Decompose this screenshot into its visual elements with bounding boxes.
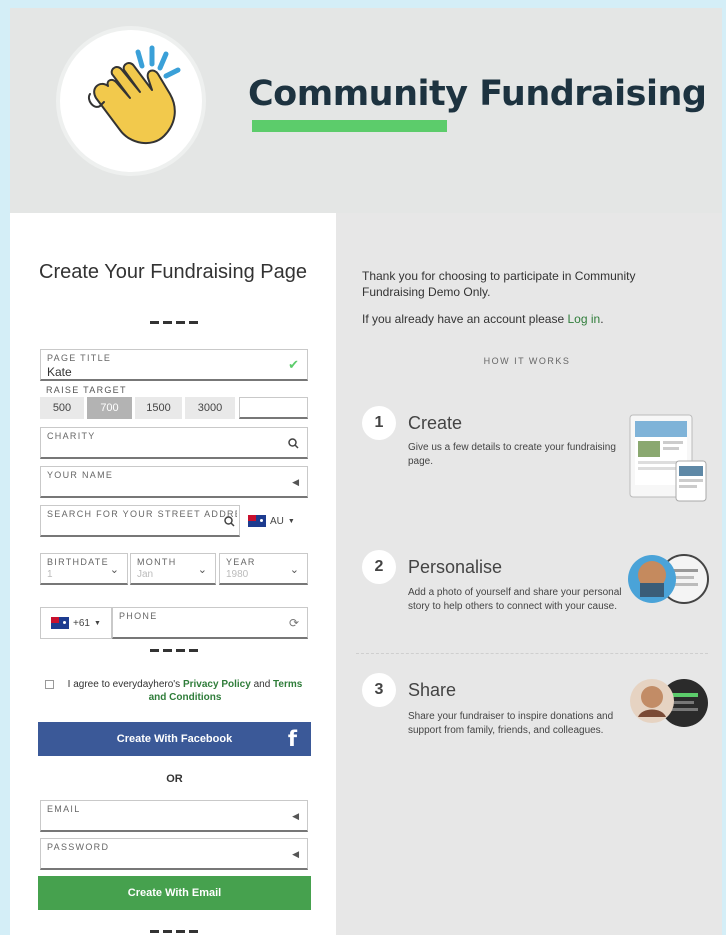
check-icon: ✔ — [288, 357, 299, 372]
chevron-down-icon: ▼ — [287, 517, 295, 525]
password-field[interactable]: PASSWORD ◀ — [40, 838, 308, 870]
page-title-value: Kate — [47, 365, 72, 379]
month-label: MONTH — [137, 557, 177, 567]
step-title: Share — [408, 680, 457, 700]
divider-dots — [150, 930, 198, 934]
step-number: 2 — [362, 550, 396, 584]
refresh-icon: ⟳ — [288, 616, 299, 630]
target-option-3000[interactable]: 3000 — [185, 397, 235, 419]
create-with-email-button[interactable]: Create With Email — [38, 876, 311, 910]
phone-field[interactable]: PHONE ⟳ — [112, 607, 308, 639]
month-placeholder: Jan — [137, 569, 154, 580]
title-underline — [252, 120, 447, 132]
phone-country-select[interactable]: +61 ▼ — [40, 607, 112, 639]
address-label: SEARCH FOR YOUR STREET ADDRESS — [47, 509, 237, 519]
divider-dots — [150, 321, 198, 325]
address-search-field[interactable]: SEARCH FOR YOUR STREET ADDRESS — [40, 505, 240, 537]
birthdate-day-placeholder: 1 — [47, 569, 53, 580]
login-prompt: If you already have an account please Lo… — [362, 311, 692, 327]
form-title: Create Your Fundraising Page — [39, 261, 307, 283]
step-number: 3 — [362, 673, 396, 707]
share-preview-image — [630, 679, 708, 727]
agree-and: and — [253, 679, 271, 690]
your-name-field[interactable]: YOUR NAME ◀ — [40, 466, 308, 498]
phone-country: +61 ▼ — [51, 617, 101, 629]
facebook-icon: f — [287, 727, 297, 751]
email-field[interactable]: EMAIL ◀ — [40, 800, 308, 832]
phone-label: PHONE — [119, 611, 158, 621]
step-number: 1 — [362, 406, 396, 440]
agree-prefix: I agree to everydayhero's — [67, 679, 181, 690]
login-prompt-text: If you already have an account please — [362, 312, 565, 326]
login-link[interactable]: Log in — [567, 312, 600, 326]
birthdate-month-select[interactable]: MONTH Jan ⌄ — [130, 553, 216, 585]
facebook-button-label: Create With Facebook — [116, 733, 233, 745]
email-label: EMAIL — [47, 804, 81, 814]
chevron-down-icon: ⌄ — [109, 564, 119, 576]
chevron-down-icon: ⌄ — [289, 564, 299, 576]
create-with-facebook-button[interactable]: Create With Facebook f — [38, 722, 311, 756]
page-title-label: PAGE TITLE — [47, 353, 112, 363]
step-description: Give us a few details to create your fun… — [408, 442, 616, 467]
thank-you-text: Thank you for choosing to participate in… — [362, 269, 636, 299]
target-option-1500[interactable]: 1500 — [135, 397, 182, 419]
password-label: PASSWORD — [47, 842, 110, 852]
birthdate-label: BIRTHDATE — [47, 557, 109, 567]
birthdate-year-select[interactable]: YEAR 1980 ⌄ — [219, 553, 308, 585]
clapping-hands-icon — [60, 30, 202, 172]
caret-left-icon: ◀ — [292, 811, 299, 821]
or-separator: OR — [166, 773, 183, 785]
australia-flag-icon — [248, 515, 266, 527]
charity-label: CHARITY — [47, 431, 96, 441]
site-title: Community Fundraising — [248, 74, 707, 114]
charity-field[interactable]: CHARITY — [40, 427, 308, 459]
page-title-field[interactable]: PAGE TITLE Kate ✔ — [40, 349, 308, 381]
agree-checkbox[interactable] — [45, 680, 54, 689]
step-title: Create — [408, 413, 463, 433]
privacy-policy-link[interactable]: Privacy Policy — [183, 679, 251, 690]
chevron-down-icon: ⌄ — [197, 564, 207, 576]
caret-left-icon: ◀ — [292, 849, 299, 859]
info-panel: Thank you for choosing to participate in… — [336, 213, 722, 935]
address-country-code: AU — [270, 515, 284, 527]
your-name-label: YOUR NAME — [47, 470, 114, 480]
step-description: Share your fundraiser to inspire donatio… — [408, 711, 614, 736]
target-option-500[interactable]: 500 — [40, 397, 84, 419]
australia-flag-icon — [51, 617, 69, 629]
how-it-works-heading: HOW IT WORKS — [483, 356, 571, 366]
section-divider — [356, 653, 708, 654]
tablet-preview-image — [629, 414, 707, 502]
signup-form: Create Your Fundraising Page PAGE TITLE … — [10, 213, 336, 935]
agree-text: I agree to everydayhero's Privacy Policy… — [58, 678, 312, 704]
birthdate-day-select[interactable]: BIRTHDATE 1 ⌄ — [40, 553, 128, 585]
page-frame: Community Fundraising Create Your Fundra… — [10, 8, 722, 935]
header-banner: Community Fundraising — [10, 8, 722, 213]
step-title: Personalise — [408, 557, 503, 577]
caret-left-icon: ◀ — [292, 477, 299, 487]
target-option-700[interactable]: 700 — [87, 397, 132, 419]
address-country-select[interactable]: AU ▼ — [248, 515, 295, 527]
search-icon — [288, 438, 299, 452]
profile-preview-image — [628, 554, 709, 604]
search-icon — [224, 516, 235, 530]
login-prompt-suffix: . — [600, 312, 604, 326]
year-label: YEAR — [226, 557, 256, 567]
target-other-input[interactable] — [239, 397, 308, 419]
phone-country-code: +61 — [73, 617, 90, 629]
raise-target-label: RAISE TARGET — [46, 385, 127, 395]
step-description: Add a photo of yourself and share your p… — [408, 587, 622, 612]
chevron-down-icon: ▼ — [93, 619, 101, 627]
year-placeholder: 1980 — [226, 569, 249, 580]
divider-dots — [150, 649, 198, 653]
